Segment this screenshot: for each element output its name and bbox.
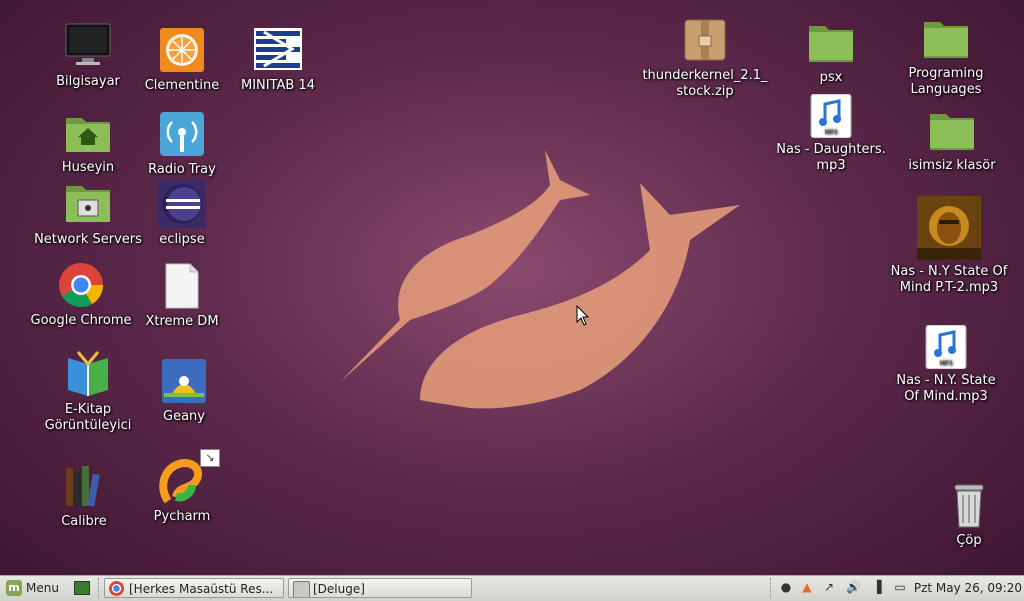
desktop-icon-xtreme-dm[interactable]: Xtreme DM <box>127 262 237 330</box>
icon-label: isimsiz klasör <box>908 158 996 173</box>
desktop-icon-geany[interactable]: Geany <box>129 357 239 425</box>
mp3-file-icon: MP3 <box>924 324 968 370</box>
icon-label: Çöp <box>956 533 982 548</box>
icon-label: Google Chrome <box>30 313 132 328</box>
icon-label: psx <box>819 70 843 85</box>
network-icon[interactable]: ↗ <box>822 580 836 594</box>
taskbar: m Menu [Herkes Masaüstü Res... [Deluge] … <box>0 575 1024 601</box>
computer-icon <box>64 22 112 70</box>
task-label: [Deluge] <box>313 582 365 596</box>
icon-label: Pycharm <box>153 509 211 524</box>
folder-icon <box>922 14 970 62</box>
icon-label: Nas - N.Y. State Of Mind.mp3 <box>896 373 996 404</box>
zip-archive-icon <box>681 16 729 64</box>
icon-label: Nas - Daughters. mp3 <box>776 142 886 173</box>
clementine-icon <box>158 26 206 74</box>
show-desktop-icon <box>74 581 90 595</box>
folder-icon <box>807 18 855 66</box>
taskbar-separator <box>98 578 100 598</box>
desktop-icon-radio-tray[interactable]: Radio Tray <box>127 110 237 178</box>
document-icon <box>158 262 206 310</box>
mouse-cursor-icon <box>576 305 590 326</box>
desktop-icon-thunderkernel-zip[interactable]: thunderkernel_2.1_ stock.zip <box>635 16 775 100</box>
ebook-icon <box>64 350 112 398</box>
icon-label: Programing Languages <box>908 66 984 97</box>
album-art-icon <box>917 196 981 260</box>
icon-label: MINITAB 14 <box>240 78 316 93</box>
network-folder-icon <box>64 180 112 228</box>
icon-label: thunderkernel_2.1_ stock.zip <box>642 68 768 99</box>
chrome-icon <box>57 261 105 309</box>
desktop-icon-calibre[interactable]: Calibre <box>29 462 139 530</box>
radio-tray-icon <box>158 110 206 158</box>
desktop-icon-eclipse[interactable]: eclipse <box>127 180 237 248</box>
desktop-icon-nas-daughters[interactable]: MP3 Nas - Daughters. mp3 <box>776 93 886 174</box>
eclipse-icon <box>158 180 206 228</box>
folder-icon <box>928 106 976 154</box>
desktop-icon-clementine[interactable]: Clementine <box>127 26 237 94</box>
chrome-icon <box>109 581 124 596</box>
icon-label: eclipse <box>159 232 205 247</box>
desktop-icon-cop[interactable]: Çöp <box>914 481 1024 549</box>
desktop-icon-minitab[interactable]: MINITAB 14 <box>223 26 333 94</box>
desktop-icon-nas-ny-state-pt2[interactable]: Nas - N.Y State Of Mind P.T-2.mp3 <box>884 196 1014 296</box>
volume-icon[interactable]: 🔊 <box>846 580 861 594</box>
deluge-icon <box>293 581 310 597</box>
icon-label: E-Kitap Görüntüleyici <box>44 402 132 433</box>
menu-button[interactable]: m Menu <box>2 578 68 598</box>
icon-label: Radio Tray <box>148 162 216 177</box>
geany-icon <box>160 357 208 405</box>
desktop-icon-psx[interactable]: psx <box>776 18 886 86</box>
desktop-icon-google-chrome[interactable]: Google Chrome <box>26 261 136 329</box>
desktop: Bilgisayar Huseyin Network Servers Googl… <box>0 0 1024 575</box>
desktop-icon-e-kitap[interactable]: E-Kitap Görüntüleyici <box>33 350 143 434</box>
calibre-icon <box>60 462 108 510</box>
mp3-file-icon: MP3 <box>809 93 853 139</box>
mint-logo-icon: m <box>6 580 22 596</box>
icon-label: Xtreme DM <box>145 314 219 329</box>
trash-icon <box>945 481 993 529</box>
minitab-icon <box>254 26 302 74</box>
desktop-icon-pycharm[interactable]: ↘ Pycharm <box>127 449 237 525</box>
clock[interactable]: Pzt May 26, 09:20 <box>910 578 1022 598</box>
menu-label: Menu <box>26 581 59 595</box>
battery-icon[interactable]: ▭ <box>893 580 907 594</box>
taskbar-task-deluge[interactable]: [Deluge] <box>288 578 472 598</box>
icon-label: Clementine <box>144 78 220 93</box>
icon-label: Nas - N.Y State Of Mind P.T-2.mp3 <box>890 264 1008 295</box>
desktop-icon-nas-ny-state[interactable]: MP3 Nas - N.Y. State Of Mind.mp3 <box>891 324 1001 405</box>
show-desktop-button[interactable] <box>71 578 93 598</box>
icon-label: Calibre <box>61 514 107 529</box>
shortcut-arrow-icon: ↘ <box>200 449 220 467</box>
pycharm-icon: ↘ <box>158 449 220 505</box>
tray-separator <box>770 578 772 598</box>
taskbar-task-herkes[interactable]: [Herkes Masaüstü Res... <box>104 578 284 598</box>
task-label: [Herkes Masaüstü Res... <box>129 582 274 596</box>
update-manager-icon[interactable]: ▲ <box>800 580 814 594</box>
svg-text:MP3: MP3 <box>940 360 953 367</box>
clock-text: Pzt May 26, 09:20 <box>913 581 1022 595</box>
home-folder-icon <box>64 108 112 156</box>
desktop-icon-isimsiz-klasor[interactable]: isimsiz klasör <box>897 106 1007 174</box>
svg-text:MP3: MP3 <box>825 129 838 136</box>
droplet-icon[interactable]: ● <box>779 580 793 594</box>
icon-label: Geany <box>163 409 205 424</box>
desktop-icon-programing-languages[interactable]: Programing Languages <box>891 14 1001 98</box>
signal-icon[interactable]: ▐ <box>870 580 884 594</box>
